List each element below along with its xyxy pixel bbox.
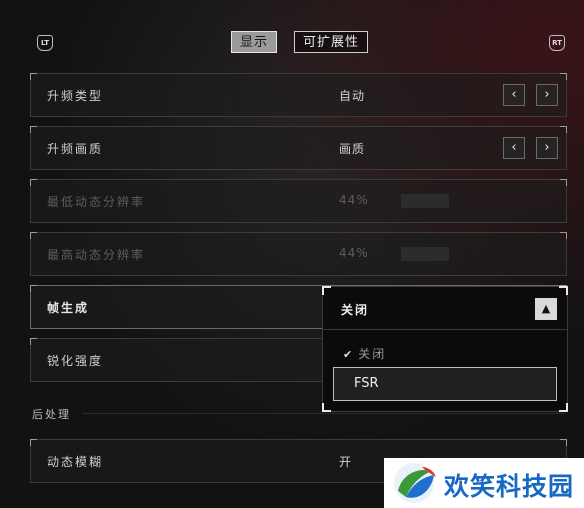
watermark-text: 欢笑科技园 bbox=[444, 472, 575, 501]
dropdown-selected-value: 关闭 bbox=[341, 303, 370, 317]
dropdown-option-fsr[interactable]: FSR bbox=[333, 367, 557, 401]
option-label: FSR bbox=[354, 376, 379, 391]
option-label: 关闭 bbox=[358, 347, 387, 361]
chevron-left-icon: ‹ bbox=[511, 87, 517, 102]
setting-label: 最高动态分辨率 bbox=[47, 248, 146, 262]
setting-label: 动态模糊 bbox=[47, 455, 104, 469]
tab-scalability[interactable]: 可扩展性 bbox=[294, 31, 369, 53]
setting-label: 升频类型 bbox=[47, 89, 104, 103]
check-icon: ✔ bbox=[343, 348, 355, 361]
section-divider bbox=[82, 413, 566, 414]
setting-label: 升频画质 bbox=[47, 142, 104, 156]
slider-track bbox=[401, 194, 449, 208]
left-trigger-icon[interactable]: LT bbox=[37, 35, 53, 51]
setting-value: 自动 bbox=[339, 89, 366, 103]
watermark-emblem-icon bbox=[394, 463, 436, 503]
setting-label: 最低动态分辨率 bbox=[47, 195, 146, 209]
dropdown-option-off[interactable]: ✔ 关闭 bbox=[343, 345, 386, 362]
chevron-right-icon: › bbox=[544, 87, 550, 102]
dropdown-divider bbox=[323, 329, 567, 330]
setting-row-upscale-type[interactable]: 升频类型 自动 ‹ › bbox=[30, 73, 567, 117]
prev-button[interactable]: ‹ bbox=[503, 84, 525, 106]
section-title-post-processing: 后处理 bbox=[32, 408, 71, 421]
setting-value: 44% bbox=[339, 246, 369, 260]
chevron-up-icon: ▲ bbox=[541, 302, 551, 315]
corner-mark bbox=[559, 403, 568, 412]
chevron-left-icon: ‹ bbox=[511, 140, 517, 155]
prev-button[interactable]: ‹ bbox=[503, 137, 525, 159]
setting-row-max-dynamic-resolution: 最高动态分辨率 44% bbox=[30, 232, 567, 276]
corner-mark bbox=[322, 403, 331, 412]
tab-display[interactable]: 显示 bbox=[231, 31, 278, 53]
next-button[interactable]: › bbox=[536, 137, 558, 159]
setting-label: 锐化强度 bbox=[47, 354, 104, 368]
chevron-right-icon: › bbox=[544, 140, 550, 155]
next-button[interactable]: › bbox=[536, 84, 558, 106]
setting-value: 开 bbox=[339, 455, 353, 469]
frame-generation-dropdown[interactable]: 关闭 ▲ ✔ 关闭 FSR bbox=[322, 286, 568, 412]
setting-value: 44% bbox=[339, 193, 369, 207]
corner-mark bbox=[559, 286, 568, 295]
dropdown-toggle-button[interactable]: ▲ bbox=[535, 298, 557, 320]
corner-mark bbox=[322, 286, 331, 295]
right-trigger-icon[interactable]: RT bbox=[549, 35, 565, 51]
setting-row-min-dynamic-resolution: 最低动态分辨率 44% bbox=[30, 179, 567, 223]
watermark-logo: 欢笑科技园 bbox=[384, 458, 584, 508]
slider-track bbox=[401, 247, 449, 261]
setting-label: 帧生成 bbox=[47, 301, 90, 315]
setting-row-upscale-quality[interactable]: 升频画质 画质 ‹ › bbox=[30, 126, 567, 170]
setting-value: 画质 bbox=[339, 142, 366, 156]
